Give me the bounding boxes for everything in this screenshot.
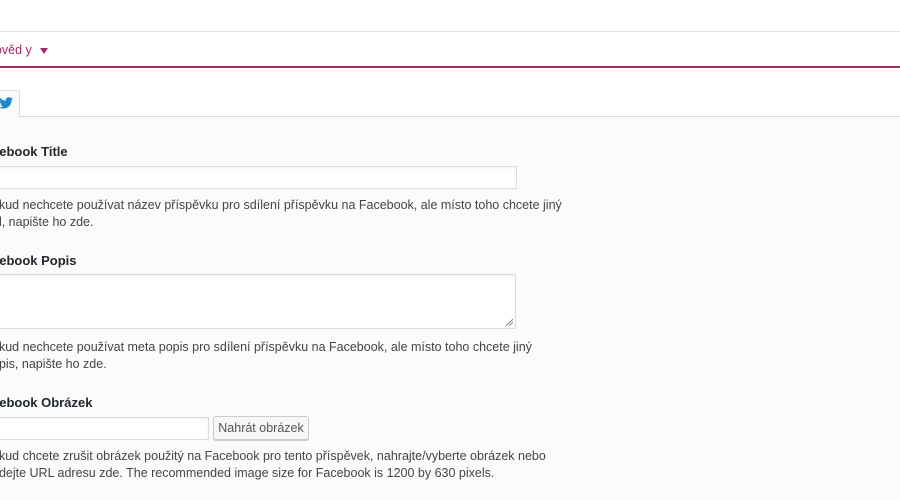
upload-image-button[interactable]: Nahrát obrázek xyxy=(213,416,309,440)
resize-handle-icon[interactable] xyxy=(505,318,513,326)
facebook-title-description: okud nechcete používat název příspěvku p… xyxy=(0,197,562,231)
facebook-popis-desc-line1: okud nechcete používat meta popis pro sd… xyxy=(0,340,532,354)
facebook-title-desc-line1: okud nechcete používat název příspěvku p… xyxy=(0,198,562,212)
facebook-obrazek-label: cebook Obrázek xyxy=(0,395,93,410)
help-label: pověd y xyxy=(0,43,32,57)
twitter-icon xyxy=(0,97,13,109)
tab-twitter[interactable] xyxy=(0,90,20,118)
facebook-obrazek-desc-line2: ridejte URL adresu zde. The recommended … xyxy=(0,466,495,480)
caret-down-icon xyxy=(39,47,48,54)
facebook-popis-label: cebook Popis xyxy=(0,253,77,268)
facebook-image-url-input[interactable] xyxy=(0,417,209,440)
facebook-obrazek-description: okud chcete zrušit obrázek použitý na Fa… xyxy=(0,448,546,482)
social-tabs xyxy=(0,68,900,118)
facebook-title-label: cebook Title xyxy=(0,144,68,159)
facebook-popis-description: okud nechcete používat meta popis pro sd… xyxy=(0,339,532,373)
facebook-obrazek-desc-line1: okud chcete zrušit obrázek použitý na Fa… xyxy=(0,449,546,463)
facebook-popis-desc-line2: opis, napište ho zde. xyxy=(0,357,107,371)
top-bar xyxy=(0,0,900,32)
facebook-title-desc-line2: ul, napište ho zde. xyxy=(0,215,94,229)
help-toggle[interactable]: pověd y xyxy=(0,43,48,57)
facebook-popis-textarea[interactable] xyxy=(0,274,516,329)
help-bar: pověd y xyxy=(0,32,900,68)
facebook-title-input[interactable] xyxy=(0,166,517,189)
